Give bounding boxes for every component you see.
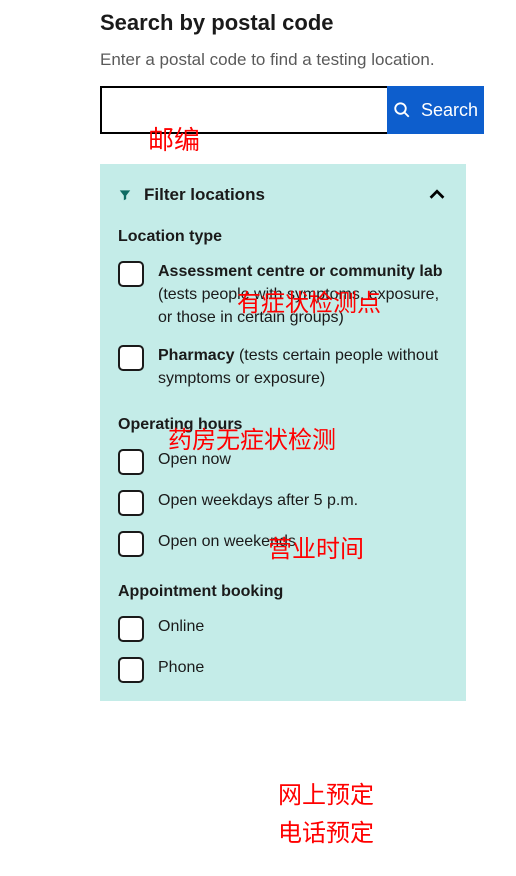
section-title-operating-hours: Operating hours	[118, 416, 448, 434]
checkbox-pharmacy[interactable]	[118, 345, 144, 371]
option-online: Online	[118, 615, 448, 642]
section-title-location-type: Location type	[118, 228, 448, 246]
filter-icon	[118, 188, 132, 202]
checkbox-online[interactable]	[118, 616, 144, 642]
option-label: Online	[158, 615, 204, 638]
annotation-phone: 电话预定	[278, 813, 374, 848]
search-button[interactable]: Search	[387, 86, 484, 134]
option-label: Open now	[158, 448, 231, 471]
search-button-label: Search	[421, 100, 478, 121]
option-label: Assessment centre or community lab (test…	[158, 260, 448, 330]
page-heading: Search by postal code	[100, 10, 516, 36]
filter-panel-toggle[interactable]: Filter locations	[118, 184, 448, 206]
annotation-online: 网上预定	[278, 775, 374, 810]
option-label: Phone	[158, 656, 204, 679]
chevron-up-icon	[426, 184, 448, 206]
option-open-weekdays-after-5: Open weekdays after 5 p.m.	[118, 489, 448, 516]
postal-code-input[interactable]	[100, 86, 387, 134]
checkbox-open-weekends[interactable]	[118, 531, 144, 557]
checkbox-open-now[interactable]	[118, 449, 144, 475]
checkbox-phone[interactable]	[118, 657, 144, 683]
search-icon	[393, 101, 411, 119]
option-open-weekends: Open on weekends	[118, 530, 448, 557]
page-subtext: Enter a postal code to find a testing lo…	[100, 50, 516, 70]
option-pharmacy: Pharmacy (tests certain people without s…	[118, 344, 448, 390]
section-title-appointment-booking: Appointment booking	[118, 583, 448, 601]
filter-panel-title: Filter locations	[144, 185, 414, 205]
option-label: Open on weekends	[158, 530, 296, 553]
checkbox-open-weekdays-after-5[interactable]	[118, 490, 144, 516]
option-open-now: Open now	[118, 448, 448, 475]
option-assessment-centre: Assessment centre or community lab (test…	[118, 260, 448, 330]
option-phone: Phone	[118, 656, 448, 683]
option-label: Pharmacy (tests certain people without s…	[158, 344, 448, 390]
checkbox-assessment-centre[interactable]	[118, 261, 144, 287]
filter-panel: Filter locations Location type Assessmen…	[100, 164, 466, 701]
option-label: Open weekdays after 5 p.m.	[158, 489, 358, 512]
search-row: Search	[100, 86, 466, 134]
